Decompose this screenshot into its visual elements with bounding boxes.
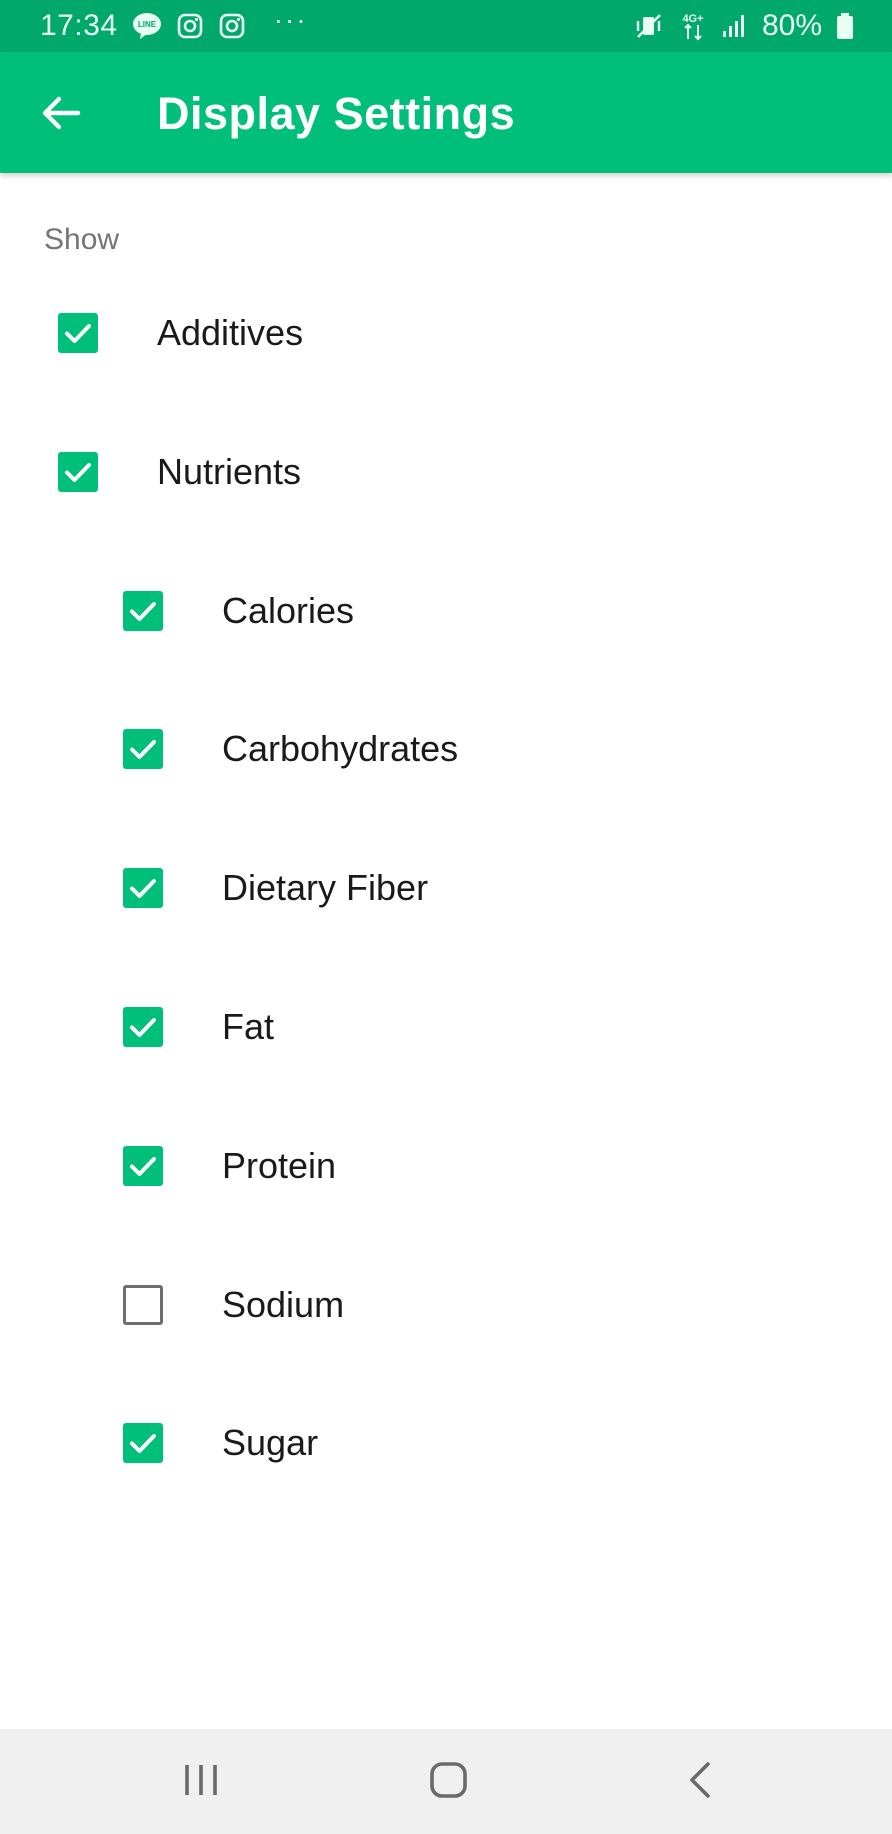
setting-row-sodium[interactable]: Sodium bbox=[0, 1255, 892, 1355]
checkbox-unchecked[interactable] bbox=[123, 1285, 163, 1325]
setting-label: Fat bbox=[222, 1006, 275, 1047]
setting-row-dietary-fiber[interactable]: Dietary Fiber bbox=[0, 838, 892, 938]
checkbox-checked[interactable] bbox=[123, 729, 163, 769]
checkbox-checked[interactable] bbox=[58, 452, 98, 492]
setting-row-carbohydrates[interactable]: Carbohydrates bbox=[0, 699, 892, 799]
status-left: 17:34 LINE ··· bbox=[40, 4, 308, 43]
line-icon: LINE bbox=[132, 12, 162, 40]
setting-label: Dietary Fiber bbox=[222, 867, 429, 908]
section-label-show: Show bbox=[44, 223, 120, 256]
status-time: 17:34 bbox=[40, 9, 118, 42]
setting-label: Calories bbox=[222, 590, 355, 631]
more-notifications-icon: ··· bbox=[273, 4, 308, 35]
setting-label: Nutrients bbox=[157, 451, 302, 492]
battery-percent: 80% bbox=[761, 9, 822, 42]
setting-label: Sugar bbox=[222, 1422, 319, 1463]
checkbox-checked[interactable] bbox=[58, 313, 98, 353]
instagram-icon bbox=[218, 12, 246, 40]
instagram-icon bbox=[176, 12, 204, 40]
checkmark-icon bbox=[130, 602, 156, 621]
checkmark-icon bbox=[130, 740, 156, 759]
setting-label: Sodium bbox=[222, 1284, 345, 1325]
setting-label: Additives bbox=[157, 312, 304, 353]
checkmark-icon bbox=[130, 879, 156, 898]
4g-data-icon: 4G+ bbox=[678, 11, 708, 41]
status-bar: 17:34 LINE ··· 4G+ 80% bbox=[0, 0, 892, 52]
network-label: 4G+ bbox=[682, 13, 703, 25]
home-icon[interactable] bbox=[419, 1759, 479, 1803]
setting-row-fat[interactable]: Fat bbox=[0, 977, 892, 1077]
app-bar: Display Settings bbox=[0, 52, 892, 173]
checkmark-icon bbox=[65, 463, 91, 482]
setting-label: Carbohydrates bbox=[222, 728, 459, 769]
checkmark-icon bbox=[130, 1434, 156, 1453]
checkbox-checked[interactable] bbox=[123, 591, 163, 631]
checkbox-checked[interactable] bbox=[123, 868, 163, 908]
svg-text:LINE: LINE bbox=[137, 20, 156, 29]
checkbox-checked[interactable] bbox=[123, 1423, 163, 1463]
navigation-bar bbox=[0, 1729, 892, 1834]
setting-row-protein[interactable]: Protein bbox=[0, 1116, 892, 1216]
checkbox-checked[interactable] bbox=[123, 1146, 163, 1186]
setting-row-additives[interactable]: Additives bbox=[0, 283, 892, 383]
battery-icon bbox=[836, 12, 854, 40]
checkmark-icon bbox=[65, 324, 91, 343]
setting-row-nutrients[interactable]: Nutrients bbox=[0, 422, 892, 522]
checkmark-icon bbox=[130, 1157, 156, 1176]
mute-vibrate-icon bbox=[634, 12, 664, 40]
checkbox-checked[interactable] bbox=[123, 1007, 163, 1047]
recent-apps-icon[interactable] bbox=[171, 1759, 231, 1803]
setting-row-calories[interactable]: Calories bbox=[0, 561, 892, 661]
setting-row-sugar[interactable]: Sugar bbox=[0, 1393, 892, 1493]
signal-icon bbox=[722, 13, 748, 39]
checkmark-icon bbox=[130, 1018, 156, 1037]
setting-label: Protein bbox=[222, 1145, 337, 1186]
status-right: 4G+ 80% bbox=[634, 9, 854, 43]
page-title: Display Settings bbox=[157, 88, 516, 139]
back-icon[interactable] bbox=[670, 1759, 730, 1803]
arrow-back-icon[interactable] bbox=[38, 90, 84, 136]
